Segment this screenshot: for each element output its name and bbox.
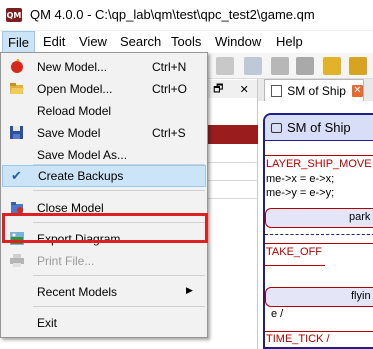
- menu-help[interactable]: Help: [276, 34, 303, 49]
- dashed-divider: [265, 234, 373, 235]
- menu-label: New Model...: [37, 60, 108, 74]
- menu-separator: [33, 306, 205, 307]
- menu-view[interactable]: View: [79, 34, 107, 49]
- menu-label: Recent Models: [37, 285, 118, 299]
- action-me-y: me->y = e->y;: [266, 187, 335, 199]
- menu-item-reload-model[interactable]: Reload Model: [2, 100, 206, 122]
- close-panel-icon[interactable]: ✕: [240, 83, 249, 96]
- menu-separator: [33, 275, 205, 276]
- toolbar-unlock-icon[interactable]: [349, 57, 367, 75]
- menu-item-new-model[interactable]: New Model... Ctrl+N: [2, 56, 206, 78]
- menu-label: Reload Model: [37, 104, 112, 118]
- open-folder-icon: [9, 81, 25, 96]
- panel-header: 🗗 ✕: [205, 80, 257, 98]
- close-tab-icon[interactable]: ✕: [351, 84, 363, 97]
- submenu-arrow-icon: ▶: [186, 285, 193, 295]
- toolbar-tree-icon[interactable]: [244, 57, 262, 75]
- action-e: e /: [271, 308, 284, 320]
- state-machine-frame[interactable]: SM of Ship LAYER_SHIP_MOVE me->x = e->x;…: [263, 113, 373, 349]
- menu-label: Create Backups: [38, 169, 124, 183]
- transition-label-time-tick[interactable]: TIME_TICK /: [266, 333, 330, 345]
- transition-line[interactable]: [265, 265, 325, 266]
- menu-file[interactable]: File: [2, 31, 35, 53]
- checkmark-icon: ✔: [11, 168, 22, 183]
- selected-tree-row[interactable]: [205, 125, 258, 144]
- state-machine-icon: [271, 84, 283, 97]
- highlight-annotation: [2, 213, 208, 243]
- transition-label-take-off[interactable]: TAKE_OFF: [266, 246, 322, 258]
- menu-label: Save Model As...: [37, 148, 128, 162]
- menu-shortcut: Ctrl+S: [152, 126, 186, 140]
- state-machine-icon: [271, 122, 282, 133]
- qm-app-icon[interactable]: QM: [6, 8, 22, 22]
- action-me-x: me->x = e->x;: [266, 173, 335, 185]
- menu-tools[interactable]: Tools: [171, 34, 201, 49]
- menu-edit[interactable]: Edit: [43, 34, 65, 49]
- printer-icon: [9, 253, 25, 268]
- menu-item-save-model-as[interactable]: Save Model As...: [2, 144, 206, 166]
- menu-window[interactable]: Window: [215, 34, 261, 49]
- menu-item-save-model[interactable]: Save Model Ctrl+S: [2, 122, 206, 144]
- tab-sm-of-ship[interactable]: SM of Ship ✕: [264, 79, 364, 101]
- menu-search[interactable]: Search: [120, 34, 161, 49]
- title-bar: QM QM 4.0.0 - C:\qp_lab\qm\test\qpc_test…: [0, 0, 373, 30]
- float-panel-icon[interactable]: 🗗: [213, 80, 223, 99]
- menu-item-recent-models[interactable]: Recent Models ▶: [2, 281, 206, 303]
- menu-item-create-backups[interactable]: ✔ Create Backups: [2, 165, 206, 187]
- save-disk-icon: [9, 125, 25, 140]
- tree-row-divider: [205, 180, 258, 181]
- state-flying-label: flyin: [351, 290, 371, 302]
- tree-row-divider: [205, 198, 258, 199]
- menu-label: Exit: [37, 316, 58, 330]
- transition-label-player-ship-move[interactable]: LAYER_SHIP_MOVE: [266, 158, 372, 170]
- toolbar-lock-icon[interactable]: [323, 57, 341, 75]
- menu-label: Save Model: [37, 126, 101, 140]
- toolbar-build-icon[interactable]: [271, 57, 289, 75]
- transition-line[interactable]: [265, 155, 373, 156]
- tab-label: SM of Ship: [287, 83, 346, 98]
- menu-shortcut: Ctrl+O: [152, 82, 188, 96]
- toolbar-copy-icon[interactable]: [216, 57, 234, 75]
- menu-label: Print File...: [37, 254, 95, 268]
- new-model-icon: [9, 57, 25, 74]
- menu-item-exit[interactable]: Exit: [2, 312, 206, 334]
- sm-title-bar: SM of Ship: [265, 115, 373, 141]
- menu-item-open-model[interactable]: Open Model... Ctrl+O: [2, 78, 206, 100]
- menu-shortcut: Ctrl+N: [152, 60, 187, 74]
- menu-label: Open Model...: [37, 82, 113, 96]
- window-title: QM 4.0.0 - C:\qp_lab\qm\test\qpc_test2\g…: [30, 7, 315, 22]
- toolbar-settings-icon[interactable]: [296, 57, 314, 75]
- transition-line[interactable]: [265, 331, 373, 332]
- sm-title: SM of Ship: [287, 120, 351, 135]
- tree-row-divider: [205, 162, 258, 163]
- state-parked-label: park: [349, 211, 371, 223]
- file-menu-dropdown: New Model... Ctrl+N Open Model... Ctrl+O…: [0, 52, 208, 338]
- transition-line[interactable]: [265, 243, 373, 244]
- menu-separator: [33, 190, 205, 191]
- menu-item-print-file: Print File...: [2, 250, 206, 272]
- menu-bar: File Edit View Search Tools Window Help: [0, 31, 373, 53]
